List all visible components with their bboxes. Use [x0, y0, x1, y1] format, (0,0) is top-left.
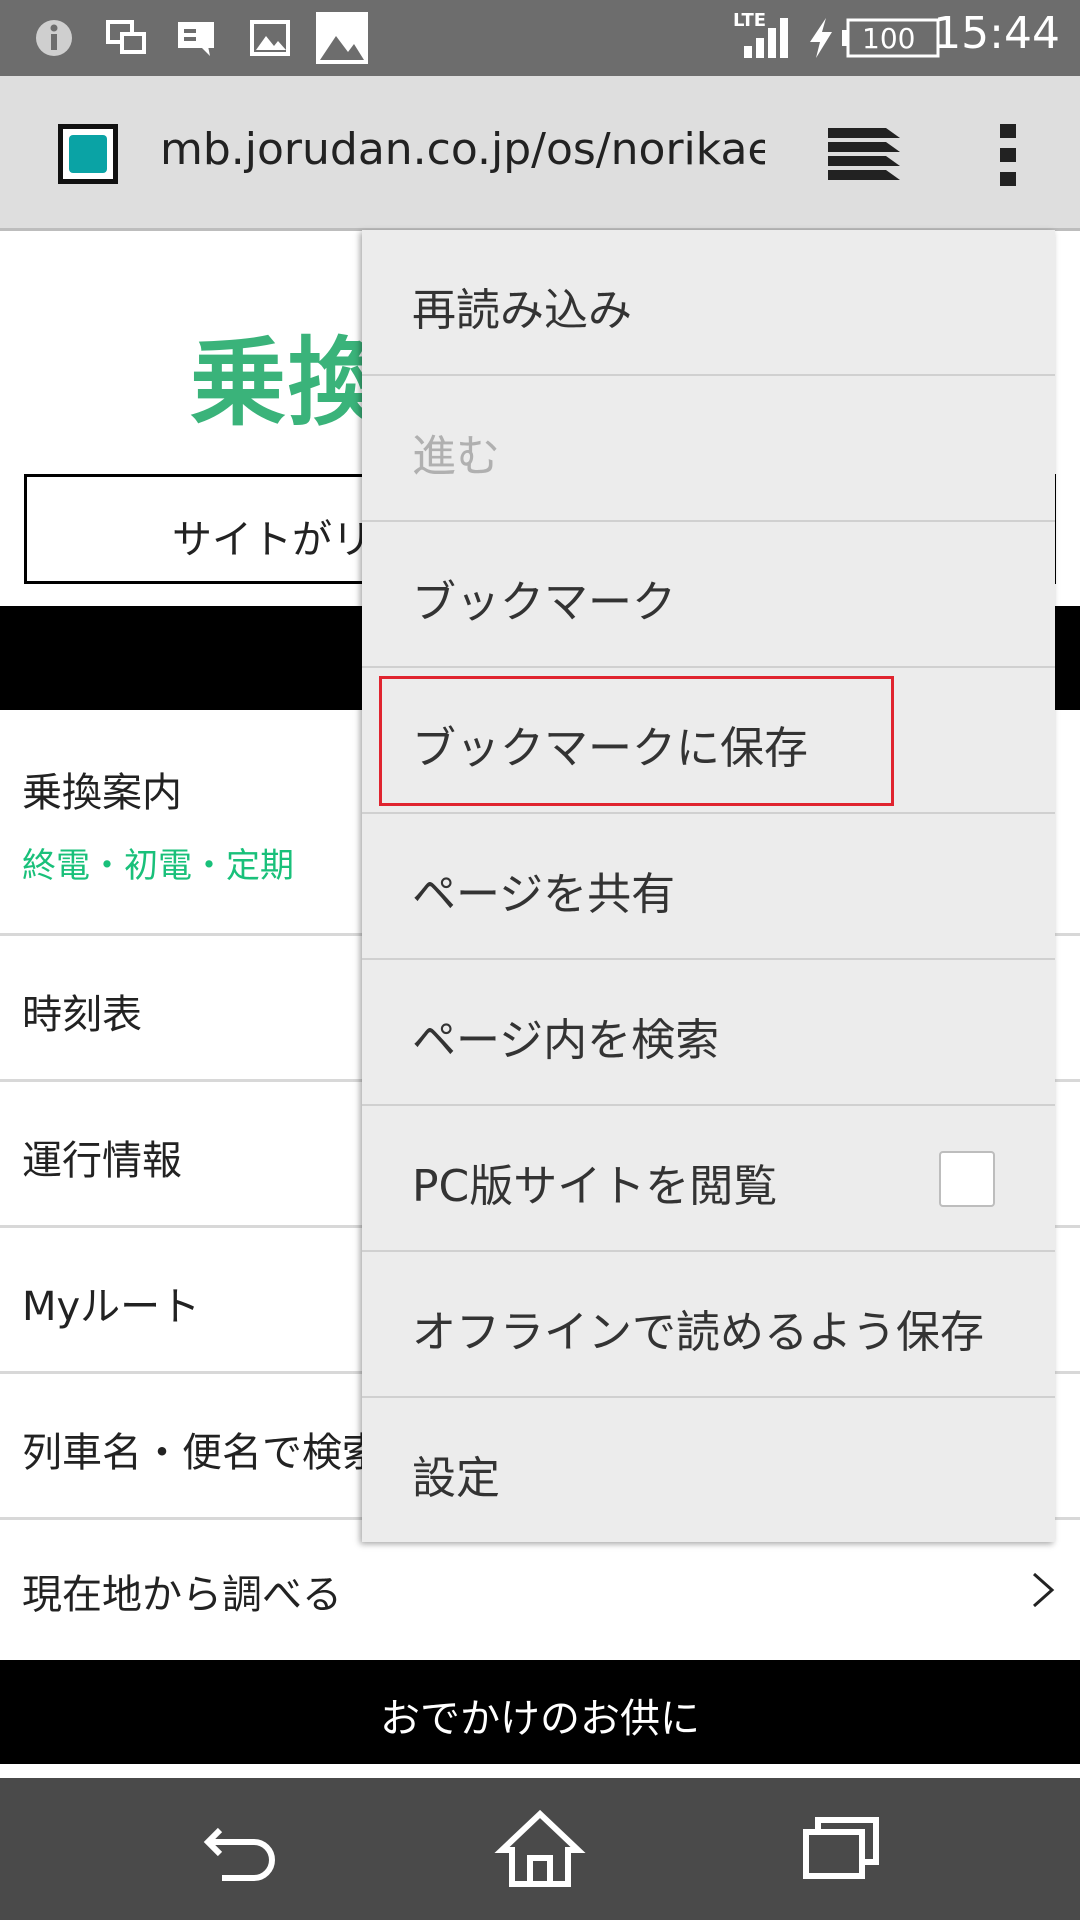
desktop-site-checkbox[interactable] — [939, 1151, 995, 1207]
chevron-right-icon — [1033, 1572, 1055, 1608]
menu-item-reload[interactable]: 再読み込み — [362, 230, 1055, 376]
charging-icon — [810, 18, 832, 58]
signal-icon — [744, 18, 788, 58]
menu-item-label: ページを共有 — [412, 869, 676, 920]
url-text[interactable]: mb.jorudan.co.jp/os/norikae.c — [160, 124, 765, 175]
recents-icon[interactable] — [792, 1808, 892, 1888]
menu-item-label: 設定 — [412, 1453, 500, 1504]
home-icon[interactable] — [490, 1808, 590, 1888]
message-icon — [178, 22, 214, 56]
list-label: 列車名・便名で検索 — [22, 1430, 382, 1476]
gallery-icon — [316, 12, 368, 64]
menu-item-label: PC版サイトを閲覧 — [412, 1161, 778, 1212]
menu-item-label: 再読み込み — [412, 285, 632, 336]
site-notice-text: サイトがリ — [172, 517, 372, 563]
menu-item-desktop-site[interactable]: PC版サイトを閲覧 — [362, 1106, 1055, 1252]
status-bar: LTE 100 15:44 — [0, 0, 1080, 76]
footer-band: おでかけのお供に — [0, 1660, 1080, 1764]
menu-item-label: オフラインで読めるよう保存 — [412, 1307, 984, 1358]
menu-item-share-page[interactable]: ページを共有 — [362, 814, 1055, 960]
back-icon[interactable] — [192, 1808, 292, 1888]
navigation-bar — [0, 1778, 1080, 1920]
menu-item-find-in-page[interactable]: ページ内を検索 — [362, 960, 1055, 1106]
list-sublabel[interactable]: 終電・初電・定期 — [22, 838, 294, 887]
clock: 15:44 — [933, 8, 1060, 59]
list-label: 乗換案内 — [22, 770, 182, 816]
battery-level: 100 — [862, 22, 916, 55]
menu-item-save-offline[interactable]: オフラインで読めるよう保存 — [362, 1252, 1055, 1398]
menu-item-settings[interactable]: 設定 — [362, 1398, 1055, 1544]
overflow-menu-icon[interactable] — [990, 124, 1026, 186]
list-label: Myルート — [22, 1284, 201, 1330]
highlight-box — [379, 676, 894, 806]
menu-item-forward: 進む — [362, 376, 1055, 522]
menu-item-label: ブックマーク — [412, 577, 676, 628]
list-label: 現在地から調べる — [22, 1572, 342, 1618]
tabs-icon[interactable] — [828, 128, 900, 180]
image-icon — [250, 20, 290, 56]
menu-item-label: 進む — [412, 431, 500, 482]
menu-item-label: ページ内を検索 — [412, 1015, 720, 1066]
list-label: 時刻表 — [22, 992, 142, 1038]
menu-item-bookmarks[interactable]: ブックマーク — [362, 522, 1055, 668]
list-label: 運行情報 — [22, 1138, 182, 1184]
overflow-menu: 再読み込み 進む ブックマーク ブックマークに保存 ページを共有 ページ内を検索… — [362, 230, 1055, 1542]
site-logo: 乗換 — [190, 330, 386, 437]
footer-band-text: おでかけのお供に — [380, 1696, 700, 1742]
train-favicon — [58, 124, 118, 184]
info-icon — [36, 20, 72, 56]
screen-mirror-icon — [106, 20, 146, 54]
